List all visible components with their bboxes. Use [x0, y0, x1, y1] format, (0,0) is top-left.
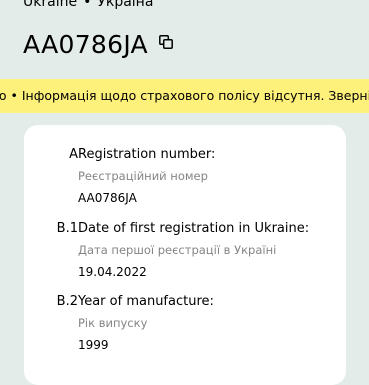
insurance-warning-banner: ю • Інформація щодо страхового полісу ві…: [0, 79, 369, 113]
country-line: Ukraine • Україна: [23, 0, 153, 11]
country-uk: Україна: [97, 0, 154, 10]
detail-code: B.1: [56, 221, 78, 236]
country-separator: •: [83, 0, 92, 10]
copy-icon[interactable]: [159, 35, 173, 49]
detail-label: Year of manufacture:: [78, 294, 214, 309]
detail-label-uk: Рік випуску: [78, 316, 148, 330]
detail-label: Date of first registration in Ukraine:: [78, 221, 310, 236]
country-en: Ukraine: [23, 0, 78, 10]
detail-label: Registration number:: [78, 147, 216, 162]
plate-number: AA0786JA: [23, 30, 148, 59]
detail-label-uk: Реєстраційний номер: [78, 169, 208, 183]
banner-text: ю • Інформація щодо страхового полісу ві…: [0, 88, 369, 103]
plate-row: AA0786JA: [23, 30, 173, 60]
detail-value: 1999: [78, 338, 109, 352]
detail-code: B.2: [56, 294, 78, 309]
detail-label-uk: Дата першої реєстрації в Україні: [78, 243, 277, 257]
detail-value: 19.04.2022: [78, 265, 147, 279]
detail-value: AA0786JA: [78, 191, 137, 205]
detail-code: A: [69, 147, 78, 162]
vehicle-details-card: A Registration number: Реєстраційний ном…: [24, 125, 346, 385]
